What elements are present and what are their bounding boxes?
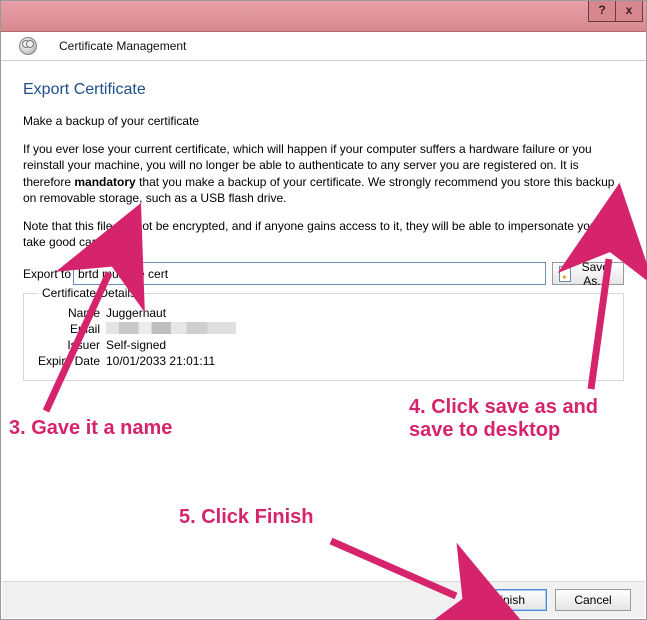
save-as-label: Save As... [574, 260, 617, 288]
intro-text: Make a backup of your certificate [23, 113, 624, 129]
detail-label-name: Name [32, 306, 100, 320]
export-to-label: Export to [23, 267, 73, 281]
detail-label-issuer: Issuer [32, 338, 100, 352]
bottom-bar: Finish Cancel [2, 581, 645, 618]
detail-value-expiry: 10/01/2033 21:01:11 [106, 354, 215, 368]
detail-value-issuer: Self-signed [106, 338, 166, 352]
certificate-details-legend: Certificate Details [38, 286, 140, 300]
close-button[interactable]: x [615, 1, 643, 22]
detail-row-expiry: Expiry Date 10/01/2033 21:01:11 [32, 354, 615, 368]
document-icon [559, 266, 571, 282]
certificate-details-inner: Name Juggernaut Email Issuer Self-signed… [32, 306, 615, 368]
cancel-button[interactable]: Cancel [555, 589, 631, 611]
encryption-note: Note that this file will not be encrypte… [23, 218, 624, 250]
subheader: Certificate Management [1, 32, 646, 61]
export-to-input[interactable] [73, 262, 546, 285]
detail-row-email: Email [32, 322, 615, 336]
warning-paragraph: If you ever lose your current certificat… [23, 141, 624, 206]
finish-button[interactable]: Finish [471, 589, 547, 611]
annotation-4-line2: save to desktop [409, 419, 560, 442]
page-title: Export Certificate [23, 81, 624, 99]
titlebar: ? x [1, 1, 646, 32]
detail-row-issuer: Issuer Self-signed [32, 338, 615, 352]
detail-label-expiry: Expiry Date [32, 354, 100, 368]
para1-strong: mandatory [74, 175, 135, 189]
help-button[interactable]: ? [588, 1, 616, 22]
detail-value-email-redacted [106, 322, 236, 334]
annotation-3: 3. Gave it a name [9, 417, 172, 440]
subheader-title: Certificate Management [59, 39, 186, 53]
export-row: Export to Save As... [23, 262, 624, 285]
window: ? x Certificate Management Export Certif… [0, 0, 647, 620]
certificate-details-group: Certificate Details Name Juggernaut Emai… [23, 293, 624, 381]
app-icon [19, 37, 37, 55]
titlebar-buttons: ? x [589, 1, 643, 22]
content: Export Certificate Make a backup of your… [1, 61, 646, 381]
save-as-button[interactable]: Save As... [552, 262, 624, 285]
annotation-5: 5. Click Finish [179, 506, 313, 529]
annotation-4-line1: 4. Click save as and [409, 396, 598, 419]
detail-row-name: Name Juggernaut [32, 306, 615, 320]
detail-value-name: Juggernaut [106, 306, 166, 320]
detail-label-email: Email [32, 322, 100, 336]
